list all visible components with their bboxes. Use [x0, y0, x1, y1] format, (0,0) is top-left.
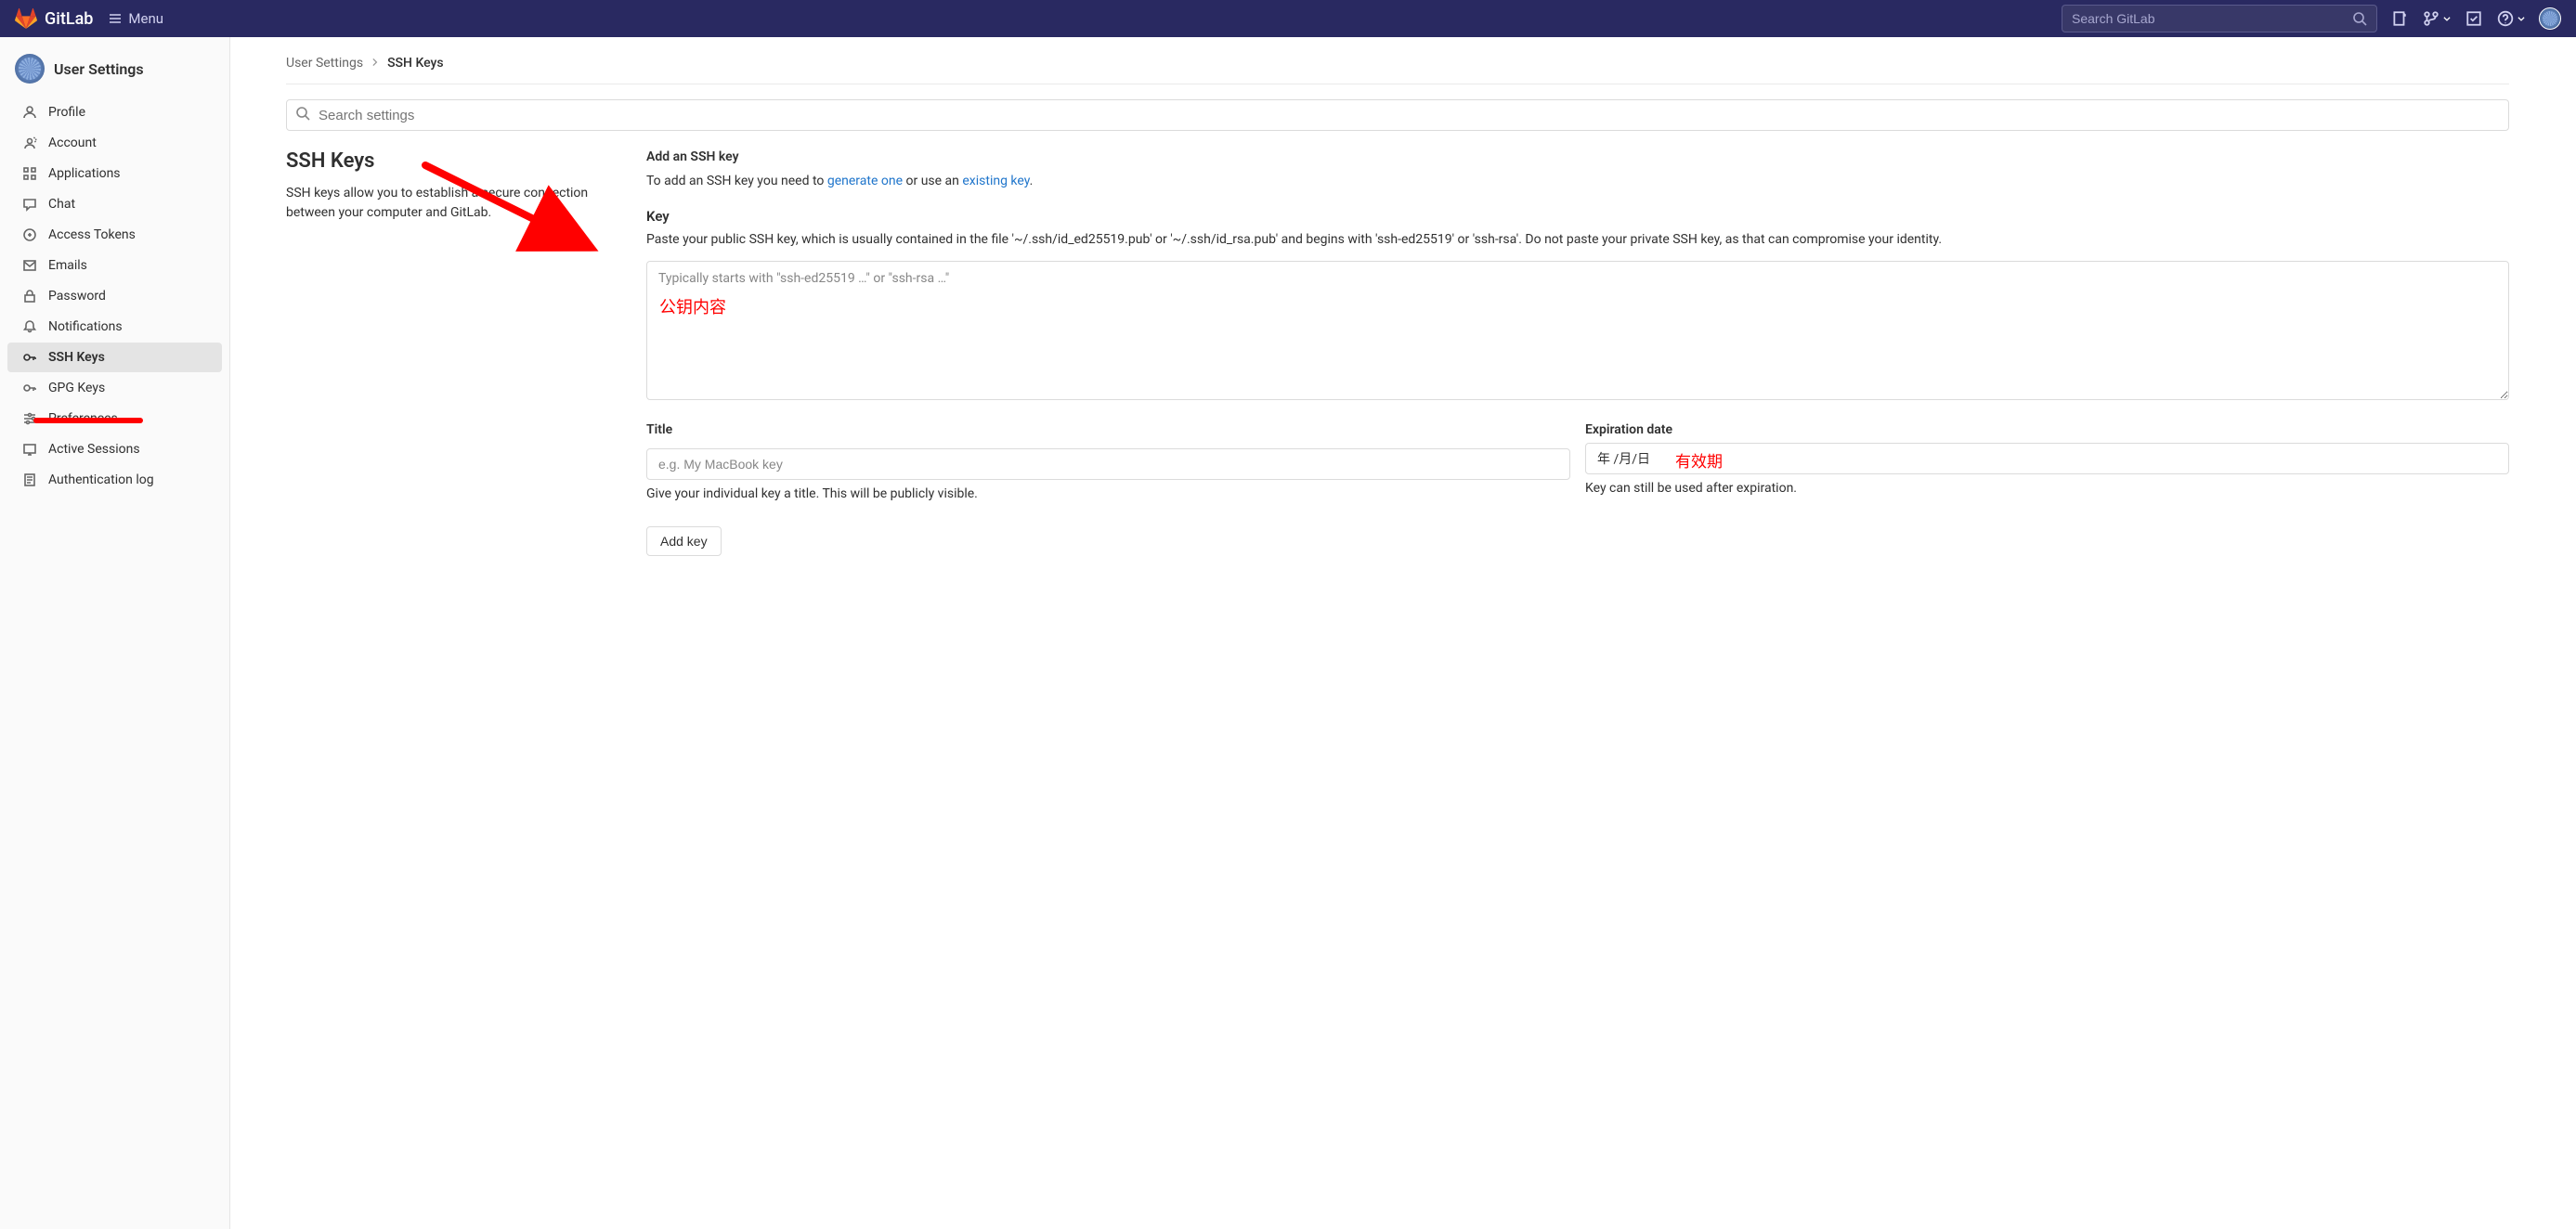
- sidebar-item-access-tokens[interactable]: Access Tokens: [7, 220, 222, 250]
- sidebar-item-label: Account: [48, 136, 97, 150]
- user-avatar[interactable]: [2539, 7, 2561, 30]
- new-item-button[interactable]: [2390, 9, 2409, 28]
- expiration-label: Expiration date: [1585, 422, 2509, 437]
- sidebar-item-label: Notifications: [48, 319, 123, 334]
- title-input[interactable]: [646, 448, 1570, 480]
- key-label: Key: [646, 208, 2509, 225]
- breadcrumb-current: SSH Keys: [387, 56, 444, 71]
- account-icon: [22, 136, 37, 150]
- global-search-input[interactable]: [2072, 11, 2352, 26]
- chevron-down-icon: [2442, 14, 2452, 23]
- sidebar-item-applications[interactable]: Applications: [7, 159, 222, 188]
- user-avatar-small: [15, 54, 45, 84]
- sidebar-item-account[interactable]: Account: [7, 128, 222, 158]
- expiration-input[interactable]: 年 /月/日 有效期: [1585, 443, 2509, 474]
- sidebar-item-active-sessions[interactable]: Active Sessions: [7, 434, 222, 464]
- key-icon: [22, 381, 37, 395]
- breadcrumb-root[interactable]: User Settings: [286, 56, 363, 71]
- chat-icon: [22, 197, 37, 212]
- search-settings-input[interactable]: [286, 99, 2509, 131]
- section-description: SSH keys allow you to establish a secure…: [286, 184, 602, 223]
- token-icon: [22, 227, 37, 242]
- apps-icon: [22, 166, 37, 181]
- search-settings[interactable]: [286, 99, 2509, 131]
- sidebar-item-label: Profile: [48, 105, 85, 120]
- sidebar-title: User Settings: [54, 60, 144, 78]
- expiration-hint: Key can still be used after expiration.: [1585, 480, 2509, 498]
- sidebar-item-label: Authentication log: [48, 472, 154, 487]
- sidebar-item-label: Active Sessions: [48, 442, 140, 457]
- chevron-right-icon: [371, 56, 380, 71]
- issues-dropdown[interactable]: [2422, 9, 2452, 28]
- global-search[interactable]: [2062, 5, 2377, 32]
- sidebar-item-emails[interactable]: Emails: [7, 251, 222, 280]
- generate-one-link[interactable]: generate one: [827, 174, 903, 188]
- help-dropdown[interactable]: [2496, 9, 2526, 28]
- branch-icon: [2423, 10, 2439, 27]
- lock-icon: [22, 289, 37, 304]
- title-label: Title: [646, 422, 1570, 437]
- form-title: Add an SSH key: [646, 149, 2509, 164]
- breadcrumb: User Settings SSH Keys: [286, 52, 2509, 84]
- sidebar-item-label: Emails: [48, 258, 87, 273]
- form-intro: To add an SSH key you need to generate o…: [646, 172, 2509, 191]
- main-content: User Settings SSH Keys SSH Keys SSH keys…: [230, 37, 2576, 1229]
- menu-button[interactable]: Menu: [108, 10, 163, 27]
- add-key-button[interactable]: Add key: [646, 526, 722, 556]
- sidebar-item-ssh-keys[interactable]: SSH Keys: [7, 343, 222, 372]
- section-heading: SSH Keys: [286, 149, 602, 173]
- sidebar-item-chat[interactable]: Chat: [7, 189, 222, 219]
- sidebar: User Settings Profile Account Applicatio…: [0, 37, 230, 1229]
- existing-key-link[interactable]: existing key: [962, 174, 1029, 188]
- search-icon: [2352, 11, 2367, 26]
- sidebar-item-auth-log[interactable]: Authentication log: [7, 465, 222, 495]
- sidebar-item-label: Access Tokens: [48, 227, 136, 242]
- sidebar-item-label: Password: [48, 289, 106, 304]
- brand[interactable]: GitLab: [15, 7, 93, 30]
- mail-icon: [22, 258, 37, 273]
- annotation-validity: 有效期: [1675, 448, 1723, 472]
- chevron-down-icon: [2517, 14, 2526, 23]
- key-textarea[interactable]: [646, 261, 2509, 400]
- key-help-text: Paste your public SSH key, which is usua…: [646, 230, 2509, 250]
- top-navbar: GitLab Menu: [0, 0, 2576, 37]
- sidebar-item-label: SSH Keys: [48, 350, 105, 365]
- sidebar-header: User Settings: [0, 45, 229, 97]
- sidebar-item-notifications[interactable]: Notifications: [7, 312, 222, 342]
- sessions-icon: [22, 442, 37, 457]
- sidebar-item-label: Chat: [48, 197, 75, 212]
- sidebar-item-profile[interactable]: Profile: [7, 97, 222, 127]
- hamburger-icon: [108, 11, 123, 26]
- menu-label: Menu: [128, 10, 163, 27]
- help-icon: [2497, 10, 2514, 27]
- title-hint: Give your individual key a title. This w…: [646, 485, 1570, 504]
- sidebar-item-password[interactable]: Password: [7, 281, 222, 311]
- key-icon: [22, 350, 37, 365]
- log-icon: [22, 472, 37, 487]
- gitlab-logo-icon: [15, 7, 37, 30]
- annotation-underline: [33, 418, 143, 423]
- todos-button[interactable]: [2465, 9, 2483, 28]
- sidebar-item-label: GPG Keys: [48, 381, 105, 395]
- bell-icon: [22, 319, 37, 334]
- sidebar-item-label: Applications: [48, 166, 121, 181]
- user-icon: [22, 105, 37, 120]
- brand-label: GitLab: [45, 9, 93, 29]
- sidebar-item-gpg-keys[interactable]: GPG Keys: [7, 373, 222, 403]
- search-icon: [295, 106, 310, 124]
